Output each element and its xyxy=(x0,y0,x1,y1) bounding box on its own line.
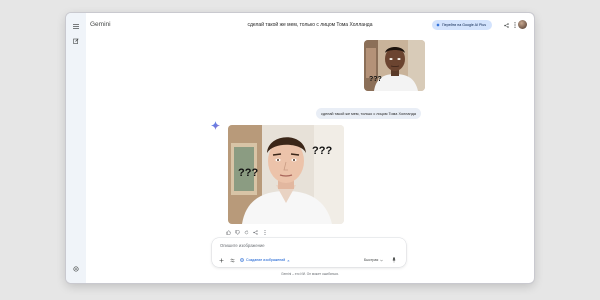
menu-icon[interactable] xyxy=(71,21,81,31)
share-icon[interactable] xyxy=(502,21,510,29)
user-message-text: сделай такой же мем, только с лицом Тома… xyxy=(321,111,416,116)
prompt-input[interactable] xyxy=(220,243,390,248)
user-uploaded-image[interactable]: ??? xyxy=(364,40,425,91)
new-chat-icon[interactable] xyxy=(71,36,81,46)
share-icon[interactable] xyxy=(253,230,258,235)
model-label: Быстрая xyxy=(364,258,379,262)
sparkle-icon xyxy=(336,216,341,221)
tune-icon[interactable] xyxy=(229,257,235,263)
plus-icon[interactable] xyxy=(218,257,224,263)
user-message-bubble: сделай такой же мем, только с лицом Тома… xyxy=(316,108,421,119)
meme-question-marks: ??? xyxy=(369,76,382,83)
meme-question-marks-right: ??? xyxy=(312,145,333,157)
image-tool-icon xyxy=(240,258,244,262)
refresh-icon[interactable] xyxy=(244,230,249,235)
avatar[interactable] xyxy=(518,20,527,29)
generated-image[interactable]: ??? ??? xyxy=(228,125,344,224)
upgrade-button[interactable]: Перейти на Google AI Plus xyxy=(432,20,492,30)
top-bar: Gemini сделай такой же мем, только с лиц… xyxy=(86,13,534,37)
footer-disclaimer: Gemini – это ИИ. Он может ошибаться. xyxy=(281,272,339,276)
thumbs-down-icon[interactable] xyxy=(235,230,240,235)
meme-question-marks-left: ??? xyxy=(238,167,259,179)
mic-icon[interactable] xyxy=(391,257,397,263)
thumbs-up-icon[interactable] xyxy=(226,230,231,235)
image-creation-label: Создание изображений xyxy=(246,258,286,262)
chevron-down-icon xyxy=(380,259,384,261)
gemini-spark-icon xyxy=(436,23,440,27)
sidebar xyxy=(66,13,86,283)
app-window: Gemini сделай такой же мем, только с лиц… xyxy=(66,13,534,283)
image-creation-chip[interactable]: Создание изображений × xyxy=(240,256,290,264)
gear-icon[interactable] xyxy=(71,264,81,274)
model-selector[interactable]: Быстрая xyxy=(364,256,384,264)
close-icon[interactable]: × xyxy=(287,258,289,263)
more-vert-icon[interactable] xyxy=(262,230,267,235)
prompt-composer: Создание изображений × Быстрая xyxy=(212,238,406,267)
upgrade-label: Перейти на Google AI Plus xyxy=(442,23,486,27)
main-area: Gemini сделай такой же мем, только с лиц… xyxy=(86,13,534,283)
response-actions xyxy=(226,230,267,235)
gemini-spark-icon xyxy=(211,117,220,130)
